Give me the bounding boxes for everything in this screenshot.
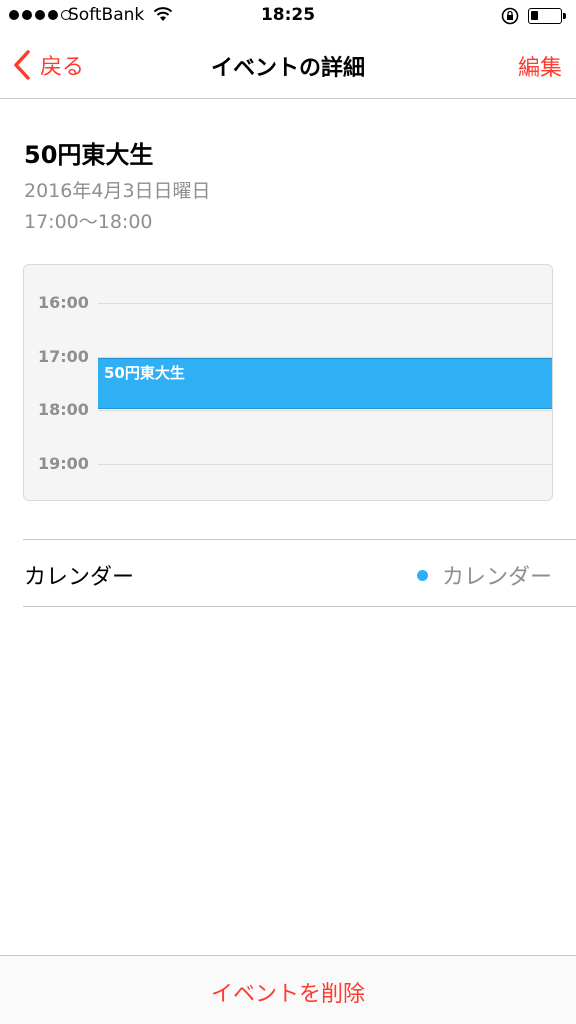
edit-button[interactable]: 編集: [518, 50, 562, 82]
battery-icon: [528, 8, 566, 24]
calendar-selector[interactable]: カレンダー: [416, 559, 552, 591]
calendar-color-dot: [416, 569, 428, 581]
hour-label: 17:00: [38, 347, 89, 366]
delete-event-button[interactable]: イベントを削除: [0, 976, 576, 1008]
timeline-event-block[interactable]: 50円東大生: [98, 358, 552, 409]
rotation-lock-icon: [501, 7, 519, 25]
status-bar: SoftBank 18:25: [0, 0, 576, 34]
navigation-bar: 戻る イベントの詳細 編集: [0, 34, 576, 99]
screen: SoftBank 18:25 戻る イベントの詳細 編集 50円東大生 2016…: [0, 0, 576, 1024]
hour-label: 16:00: [38, 293, 89, 312]
battery-level: [531, 11, 538, 20]
calendar-label: カレンダー: [24, 565, 135, 590]
hour-line: [98, 303, 552, 304]
timeline-event-label: 50円東大生: [104, 364, 185, 382]
calendar-value: カレンダー: [441, 565, 552, 590]
hour-label: 19:00: [38, 454, 89, 473]
divider: [23, 606, 576, 607]
hour-label: 18:00: [38, 400, 89, 419]
event-time-range: 17:00〜18:00: [24, 211, 153, 233]
status-time: 18:25: [260, 5, 316, 25]
day-timeline: 16:00 17:00 18:00 19:00 50円東大生: [23, 264, 553, 501]
battery-nub: [563, 13, 566, 19]
hour-line: [98, 464, 552, 465]
event-date: 2016年4月3日日曜日: [24, 180, 211, 202]
event-title: 50円東大生: [24, 141, 154, 169]
page-title: イベントの詳細: [210, 56, 365, 81]
hour-line: [98, 410, 552, 411]
divider: [23, 539, 576, 540]
bottom-toolbar: イベントを削除: [0, 955, 576, 1024]
